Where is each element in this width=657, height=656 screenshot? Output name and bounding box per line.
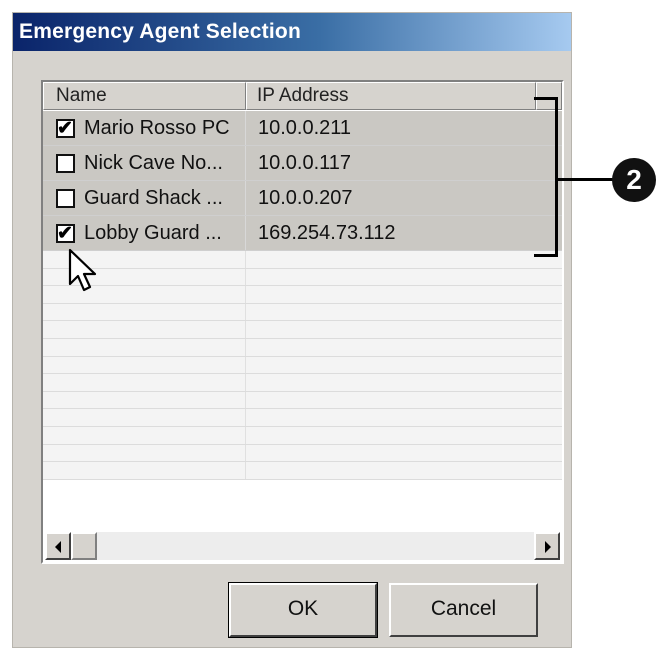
scroll-left-button[interactable] [45, 532, 71, 560]
table-row[interactable]: Guard Shack ... 10.0.0.207 [43, 181, 562, 216]
empty-row [43, 356, 562, 375]
column-header-name[interactable]: Name [43, 82, 246, 110]
agent-name: Mario Rosso PC [84, 117, 230, 139]
check-mark-icon: ✔ [57, 118, 73, 139]
ip-cell: 10.0.0.117 [246, 146, 536, 180]
table-row[interactable]: Nick Cave No... 10.0.0.117 [43, 146, 562, 181]
empty-cell [43, 426, 246, 444]
agent-checkbox[interactable] [56, 154, 75, 173]
empty-cell [43, 303, 246, 321]
emergency-agent-selection-dialog: Emergency Agent Selection Name IP Addres… [12, 12, 572, 648]
agent-ip-address: 10.0.0.117 [258, 152, 352, 174]
callout-leader-line [558, 178, 618, 181]
window-title: Emergency Agent Selection [13, 13, 571, 51]
agent-ip-address: 10.0.0.211 [258, 117, 352, 139]
callout-bracket [534, 97, 558, 257]
empty-row [43, 338, 562, 357]
empty-row [43, 286, 562, 304]
agent-name: Nick Cave No... [84, 152, 223, 174]
empty-row [43, 462, 562, 480]
scroll-right-button[interactable] [534, 532, 560, 560]
agent-ip-address: 169.254.73.112 [258, 222, 396, 244]
name-cell: ✔ Lobby Guard ... [43, 216, 246, 250]
agent-list-view[interactable]: Name IP Address ✔ Mario Rosso PC 10.0.0.… [41, 80, 564, 564]
arrow-right-icon [545, 541, 551, 553]
empty-cell [43, 391, 246, 409]
agent-name: Lobby Guard ... [84, 222, 222, 244]
empty-row [43, 374, 562, 392]
empty-row [43, 426, 562, 445]
callout-number-badge: 2 [612, 158, 656, 202]
check-mark-icon: ✔ [57, 223, 73, 244]
empty-row [43, 303, 562, 322]
ip-cell: 10.0.0.207 [246, 181, 536, 215]
empty-cell [43, 338, 246, 356]
empty-cell [43, 374, 246, 391]
agent-ip-address: 10.0.0.207 [258, 187, 353, 209]
ip-cell: 169.254.73.112 [246, 216, 536, 250]
agent-checkbox[interactable]: ✔ [56, 118, 75, 139]
empty-cell [43, 462, 246, 479]
empty-cell [43, 356, 246, 374]
list-header: Name IP Address [43, 82, 562, 110]
agent-checkbox[interactable]: ✔ [56, 223, 75, 244]
ip-cell: 10.0.0.211 [246, 111, 536, 145]
table-row[interactable]: ✔ Mario Rosso PC 10.0.0.211 [43, 111, 562, 146]
empty-row [43, 409, 562, 427]
empty-cell [43, 444, 246, 462]
horizontal-scrollbar[interactable] [45, 532, 560, 560]
name-cell: ✔ Mario Rosso PC [43, 111, 246, 145]
empty-row [43, 251, 562, 269]
arrow-left-icon [55, 541, 61, 553]
cancel-button[interactable]: Cancel [389, 583, 538, 637]
list-rows: ✔ Mario Rosso PC 10.0.0.211 Nick Cave No… [43, 111, 562, 480]
empty-cell [43, 321, 246, 338]
column-header-ip-address[interactable]: IP Address [246, 82, 536, 110]
mouse-pointer-icon [68, 248, 97, 292]
empty-row [43, 391, 562, 410]
empty-row [43, 444, 562, 463]
table-row[interactable]: ✔ Lobby Guard ... 169.254.73.112 [43, 216, 562, 251]
name-cell: Guard Shack ... [43, 181, 246, 215]
agent-name: Guard Shack ... [84, 187, 223, 209]
scroll-thumb[interactable] [71, 532, 97, 560]
name-cell: Nick Cave No... [43, 146, 246, 180]
empty-row [43, 268, 562, 287]
agent-checkbox[interactable] [56, 189, 75, 208]
empty-cell [43, 409, 246, 426]
empty-row [43, 321, 562, 339]
ok-button[interactable]: OK [228, 582, 378, 638]
